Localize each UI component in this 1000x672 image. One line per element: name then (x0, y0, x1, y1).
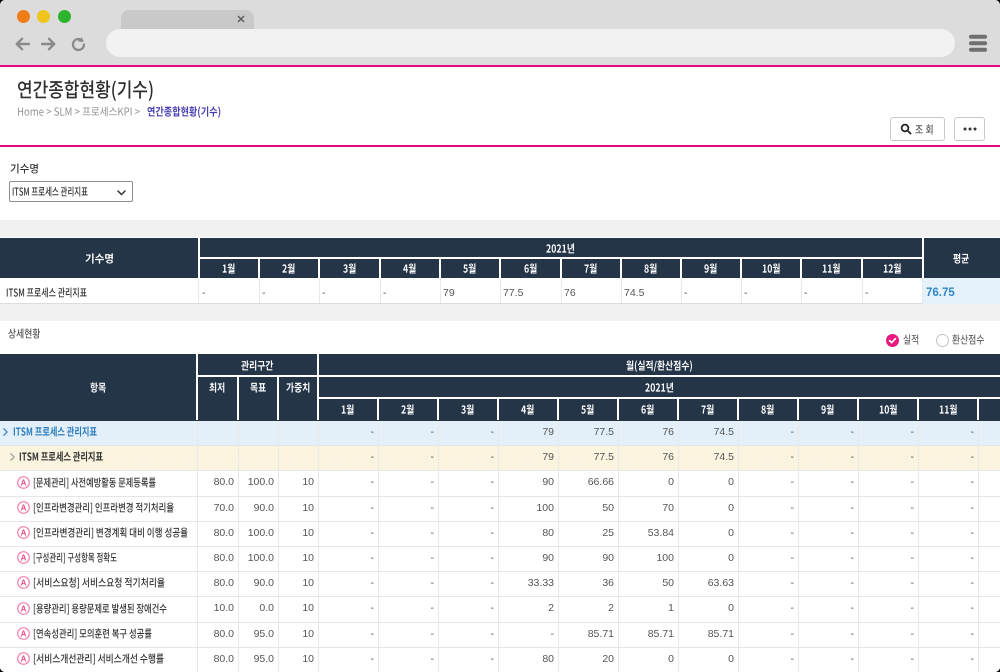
svg-text:A: A (21, 578, 27, 587)
svg-text:A: A (21, 528, 27, 537)
svg-text:A: A (21, 604, 27, 613)
svg-text:A: A (21, 629, 27, 638)
svg-text:A: A (21, 478, 27, 487)
svg-text:A: A (21, 503, 27, 512)
svg-text:A: A (21, 553, 27, 562)
svg-text:A: A (21, 654, 27, 663)
